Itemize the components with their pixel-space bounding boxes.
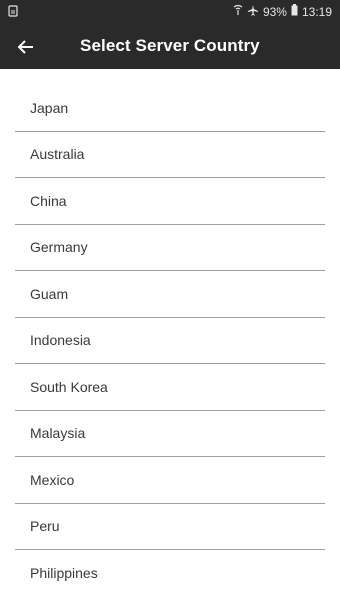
clock: 13:19 <box>301 4 332 19</box>
country-label: China <box>30 192 67 209</box>
list-item-china[interactable]: China <box>15 178 325 225</box>
list-item-malaysia[interactable]: Malaysia <box>15 411 325 457</box>
country-list: Japan Australia China Germany Guam Indon… <box>15 85 325 597</box>
battery-percent: 93% <box>262 4 287 19</box>
list-item-australia[interactable]: Australia <box>15 132 325 178</box>
country-label: Malaysia <box>30 425 86 442</box>
list-item-guam[interactable]: Guam <box>15 271 325 318</box>
country-label: Peru <box>30 518 60 535</box>
airplane-icon <box>247 4 259 19</box>
country-label: Germany <box>30 239 88 256</box>
list-item-japan[interactable]: Japan <box>15 85 325 132</box>
page-title: Select Server Country <box>80 36 260 55</box>
app-bar: Select Server Country <box>0 24 340 69</box>
country-label: Mexico <box>30 471 75 488</box>
list-item-mexico[interactable]: Mexico <box>15 457 325 504</box>
country-label: Guam <box>30 285 69 302</box>
list-item-south-korea[interactable]: South Korea <box>15 364 325 411</box>
battery-icon <box>291 4 298 19</box>
list-item-peru[interactable]: Peru <box>15 504 325 550</box>
country-label: Philippines <box>30 565 98 582</box>
country-label: Indonesia <box>30 332 91 349</box>
back-arrow-icon[interactable] <box>14 35 38 59</box>
signal-icon <box>233 4 243 19</box>
list-item-germany[interactable]: Germany <box>15 225 325 271</box>
country-label: Japan <box>30 99 69 116</box>
status-bar: 93% 13:19 <box>0 0 340 24</box>
country-label: Australia <box>30 146 85 163</box>
notification-icon <box>8 5 18 20</box>
list-item-indonesia[interactable]: Indonesia <box>15 318 325 364</box>
country-label: South Korea <box>30 378 108 395</box>
list-item-philippines[interactable]: Philippines <box>15 550 325 597</box>
